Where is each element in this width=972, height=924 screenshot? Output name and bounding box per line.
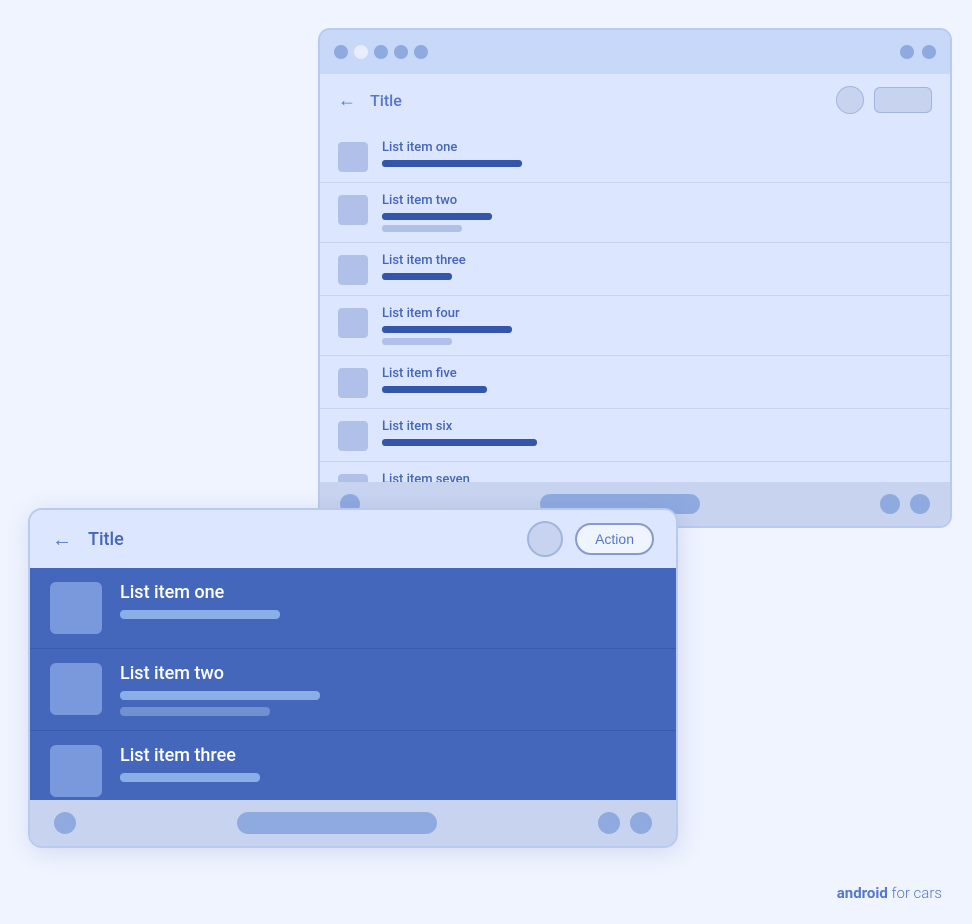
front-list-item-2[interactable]: List item two bbox=[30, 649, 676, 731]
bar-4a bbox=[382, 326, 512, 333]
window-controls bbox=[334, 45, 428, 59]
thumb-4 bbox=[338, 308, 368, 338]
list-item[interactable]: List item two bbox=[320, 183, 950, 243]
front-text-3: List item three bbox=[120, 745, 260, 782]
bar-3 bbox=[382, 273, 452, 280]
dot-right-1 bbox=[900, 45, 914, 59]
bar-2a bbox=[382, 213, 492, 220]
dot-right-2 bbox=[922, 45, 936, 59]
bar-1 bbox=[382, 160, 522, 167]
front-item-label-1: List item one bbox=[120, 582, 280, 603]
item-label-4: List item four bbox=[382, 306, 512, 321]
text-col-3: List item three bbox=[382, 253, 466, 280]
front-thumb-1 bbox=[50, 582, 102, 634]
front-nav-dot-r1 bbox=[598, 812, 620, 834]
front-bar-3 bbox=[120, 773, 260, 782]
thumb-1 bbox=[338, 142, 368, 172]
text-col-6: List item six bbox=[382, 419, 537, 446]
list-item[interactable]: List item four bbox=[320, 296, 950, 356]
front-window: ← Title Action ▲ ▼ List item one List it… bbox=[28, 508, 678, 848]
text-col-4: List item four bbox=[382, 306, 512, 345]
front-text-2: List item two bbox=[120, 663, 320, 716]
list-item[interactable]: List item one bbox=[320, 130, 950, 183]
brand-suffix: for cars bbox=[888, 884, 942, 902]
back-arrow-front[interactable]: ← bbox=[52, 527, 72, 552]
front-list-item-1[interactable]: List item one bbox=[30, 568, 676, 649]
action-btn-back[interactable] bbox=[874, 87, 932, 113]
front-list: ▲ ▼ List item one List item two List ite… bbox=[30, 568, 676, 812]
title-bar-back bbox=[320, 30, 950, 74]
front-nav-right bbox=[598, 812, 652, 834]
item-label-3: List item three bbox=[382, 253, 466, 268]
front-item-label-3: List item three bbox=[120, 745, 260, 766]
item-label-5: List item five bbox=[382, 366, 487, 381]
bottom-nav-front bbox=[30, 800, 676, 846]
front-nav-dot bbox=[54, 812, 76, 834]
thumb-2 bbox=[338, 195, 368, 225]
back-window: ← Title List item one List item two List… bbox=[318, 28, 952, 528]
front-text-1: List item one bbox=[120, 582, 280, 619]
list-item[interactable]: List item six bbox=[320, 409, 950, 462]
icon-btn-back[interactable] bbox=[836, 86, 864, 114]
item-label-2: List item two bbox=[382, 193, 492, 208]
front-thumb-3 bbox=[50, 745, 102, 797]
list-item[interactable]: List item three bbox=[320, 243, 950, 296]
list-item[interactable]: List item five bbox=[320, 356, 950, 409]
thumb-3 bbox=[338, 255, 368, 285]
back-arrow-back[interactable]: ← bbox=[338, 90, 356, 111]
dot-1 bbox=[334, 45, 348, 59]
thumb-5 bbox=[338, 368, 368, 398]
brand-prefix: android bbox=[837, 884, 888, 902]
dot-3 bbox=[374, 45, 388, 59]
action-button[interactable]: Action bbox=[575, 523, 654, 555]
icon-btn-front[interactable] bbox=[527, 521, 563, 557]
front-bar-1 bbox=[120, 610, 280, 619]
item-label-1: List item one bbox=[382, 140, 522, 155]
bar-4b bbox=[382, 338, 452, 345]
back-list: List item one List item two List item th… bbox=[320, 126, 950, 519]
dot-2 bbox=[354, 45, 368, 59]
dot-5 bbox=[414, 45, 428, 59]
nav-dot-r1 bbox=[880, 494, 900, 514]
front-window-title: Title bbox=[88, 529, 515, 550]
dot-4 bbox=[394, 45, 408, 59]
bar-5 bbox=[382, 386, 487, 393]
bar-6 bbox=[382, 439, 537, 446]
thumb-6 bbox=[338, 421, 368, 451]
nav-dot-r2 bbox=[910, 494, 930, 514]
front-bar-2b bbox=[120, 707, 270, 716]
text-col-2: List item two bbox=[382, 193, 492, 232]
front-nav-dot-r2 bbox=[630, 812, 652, 834]
app-bar-back: ← Title bbox=[320, 74, 950, 126]
nav-right bbox=[880, 494, 930, 514]
text-col-1: List item one bbox=[382, 140, 522, 167]
front-item-label-2: List item two bbox=[120, 663, 320, 684]
front-bar-2a bbox=[120, 691, 320, 700]
item-label-6: List item six bbox=[382, 419, 537, 434]
front-nav-pill bbox=[237, 812, 437, 834]
bar-2b bbox=[382, 225, 462, 232]
front-thumb-2 bbox=[50, 663, 102, 715]
back-window-title: Title bbox=[370, 91, 826, 110]
brand-text: android for cars bbox=[837, 884, 942, 902]
text-col-5: List item five bbox=[382, 366, 487, 393]
app-bar-front: ← Title Action bbox=[30, 510, 676, 568]
